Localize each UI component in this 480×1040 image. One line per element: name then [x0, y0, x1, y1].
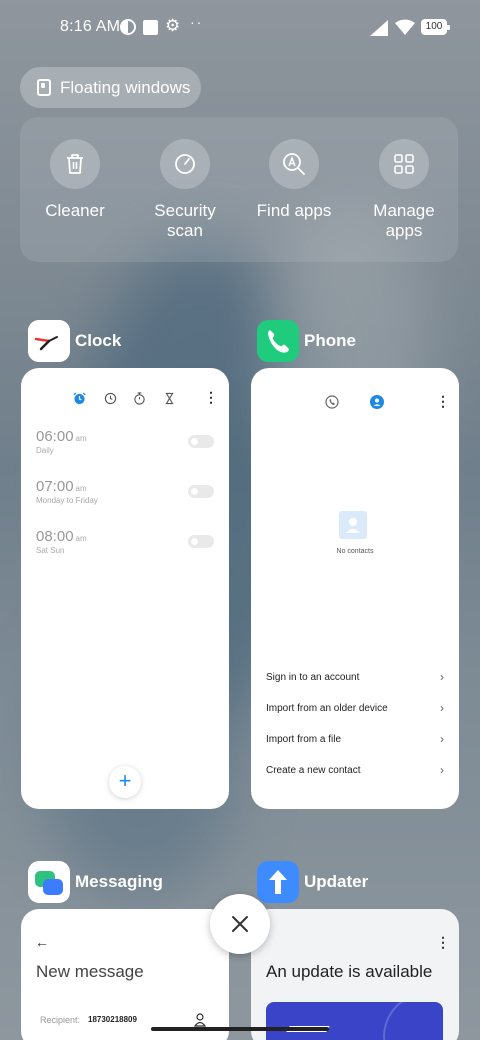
- new-message-title: New message: [36, 962, 144, 981]
- security-scan-label: Security scan: [154, 201, 216, 240]
- floating-windows-button[interactable]: Floating windows: [20, 67, 201, 108]
- updater-app-card[interactable]: ⋮ An update is available: [251, 909, 459, 1040]
- sign-in-account-item[interactable]: Sign in to an account ›: [266, 670, 444, 684]
- messaging-app-icon: [28, 861, 70, 903]
- alarm-repeat: Sat Sun: [36, 546, 65, 555]
- cleaner-button[interactable]: Cleaner: [20, 139, 130, 221]
- clock-tabs: ⋮: [21, 389, 229, 408]
- create-contact-item[interactable]: Create a new contact ›: [266, 763, 444, 777]
- square-notification-icon: [143, 20, 158, 35]
- floating-windows-label: Floating windows: [60, 77, 191, 97]
- grid-apps-icon: [379, 139, 429, 189]
- alarm-ampm: am: [75, 434, 87, 443]
- security-scan-button[interactable]: Security scan: [130, 139, 240, 241]
- alarm-toggle[interactable]: [188, 435, 214, 448]
- alarm-repeat: Monday to Friday: [36, 496, 98, 505]
- world-clock-tab-icon[interactable]: [104, 392, 117, 405]
- find-apps-icon: [269, 139, 319, 189]
- recipient-value[interactable]: 18730218809: [88, 1015, 137, 1024]
- option-label: Import from an older device: [266, 703, 388, 714]
- manage-apps-label: Manage apps: [373, 201, 435, 240]
- timer-tab-icon[interactable]: [163, 392, 176, 405]
- alarm-ampm: am: [75, 484, 87, 493]
- chevron-right-icon: ›: [440, 763, 444, 777]
- home-indicator[interactable]: [151, 1027, 329, 1031]
- floating-window-icon: [37, 79, 51, 96]
- contact-placeholder-icon: [339, 511, 367, 539]
- stopwatch-tab-icon[interactable]: [133, 392, 146, 405]
- cleaner-label: Cleaner: [45, 201, 105, 220]
- updater-app-name: Updater: [304, 872, 369, 891]
- phone-app-name: Phone: [304, 331, 356, 350]
- cell-signal-icon: [370, 20, 388, 36]
- data-saver-icon: [120, 19, 136, 35]
- chevron-right-icon: ›: [440, 701, 444, 715]
- update-available-title: An update is available: [266, 962, 433, 981]
- back-arrow-icon[interactable]: ←: [35, 934, 49, 950]
- find-apps-label: Find apps: [256, 201, 332, 220]
- manage-apps-button[interactable]: Manage apps: [349, 139, 459, 241]
- close-icon: [232, 916, 248, 932]
- battery-icon: 100: [421, 19, 450, 35]
- clock-app-name: Clock: [75, 331, 122, 350]
- updater-app-header[interactable]: Updater: [257, 861, 368, 903]
- phone-app-card[interactable]: ⋮ No contacts Sign in to an account › Imp…: [251, 368, 459, 809]
- alarm-tab-icon[interactable]: [73, 392, 86, 405]
- quick-actions-panel: Cleaner Security scan Find apps Manage a…: [20, 117, 458, 262]
- clock-more-icon[interactable]: ⋮: [204, 389, 218, 406]
- more-dots-icon: ··: [190, 14, 204, 30]
- alarm-repeat: Daily: [36, 446, 54, 455]
- contacts-tab-icon[interactable]: [370, 395, 384, 409]
- update-banner: [266, 1002, 443, 1040]
- alarm-time: 07:00: [36, 478, 74, 495]
- phone-more-icon[interactable]: ⋮: [436, 393, 450, 410]
- updater-app-icon: [257, 861, 299, 903]
- import-older-device-item[interactable]: Import from an older device ›: [266, 701, 444, 715]
- settings-gear-icon: ⚙: [165, 16, 181, 35]
- close-all-button[interactable]: [210, 894, 270, 954]
- messaging-app-header[interactable]: Messaging: [28, 861, 163, 903]
- phone-app-icon: [257, 320, 299, 362]
- phone-app-header[interactable]: Phone: [257, 320, 356, 362]
- recipient-label: Recipient:: [40, 1015, 81, 1025]
- alarm-time: 08:00: [36, 528, 74, 545]
- find-apps-button[interactable]: Find apps: [239, 139, 349, 221]
- updater-more-icon[interactable]: ⋮: [436, 934, 450, 951]
- recents-tab-icon[interactable]: [325, 395, 339, 409]
- alarm-toggle[interactable]: [188, 535, 214, 548]
- security-scan-icon: [160, 139, 210, 189]
- import-file-item[interactable]: Import from a file ›: [266, 732, 444, 746]
- option-label: Import from a file: [266, 734, 342, 745]
- clock-app-header[interactable]: Clock: [28, 320, 121, 362]
- clock-app-icon: [28, 320, 70, 362]
- add-alarm-button[interactable]: +: [109, 766, 141, 798]
- messaging-app-card[interactable]: ← New message Recipient: 18730218809: [21, 909, 229, 1040]
- chevron-right-icon: ›: [440, 670, 444, 684]
- clock-app-card[interactable]: ⋮ 06:00 am Daily 07:00 am Monday to Friday…: [21, 368, 229, 809]
- messaging-app-name: Messaging: [75, 872, 163, 891]
- contact-picker-icon[interactable]: [194, 1013, 206, 1027]
- wifi-icon: [395, 19, 415, 35]
- alarm-time: 06:00: [36, 428, 74, 445]
- trash-icon: [50, 139, 100, 189]
- option-label: Sign in to an account: [266, 672, 360, 683]
- chevron-right-icon: ›: [440, 732, 444, 746]
- status-bar: 8:16 AM ⚙ ·· 100: [0, 0, 480, 56]
- option-label: Create a new contact: [266, 765, 361, 776]
- alarm-ampm: am: [75, 534, 87, 543]
- alarm-toggle[interactable]: [188, 485, 214, 498]
- no-contacts-text: No contacts: [336, 548, 374, 555]
- status-time: 8:16 AM: [60, 18, 121, 35]
